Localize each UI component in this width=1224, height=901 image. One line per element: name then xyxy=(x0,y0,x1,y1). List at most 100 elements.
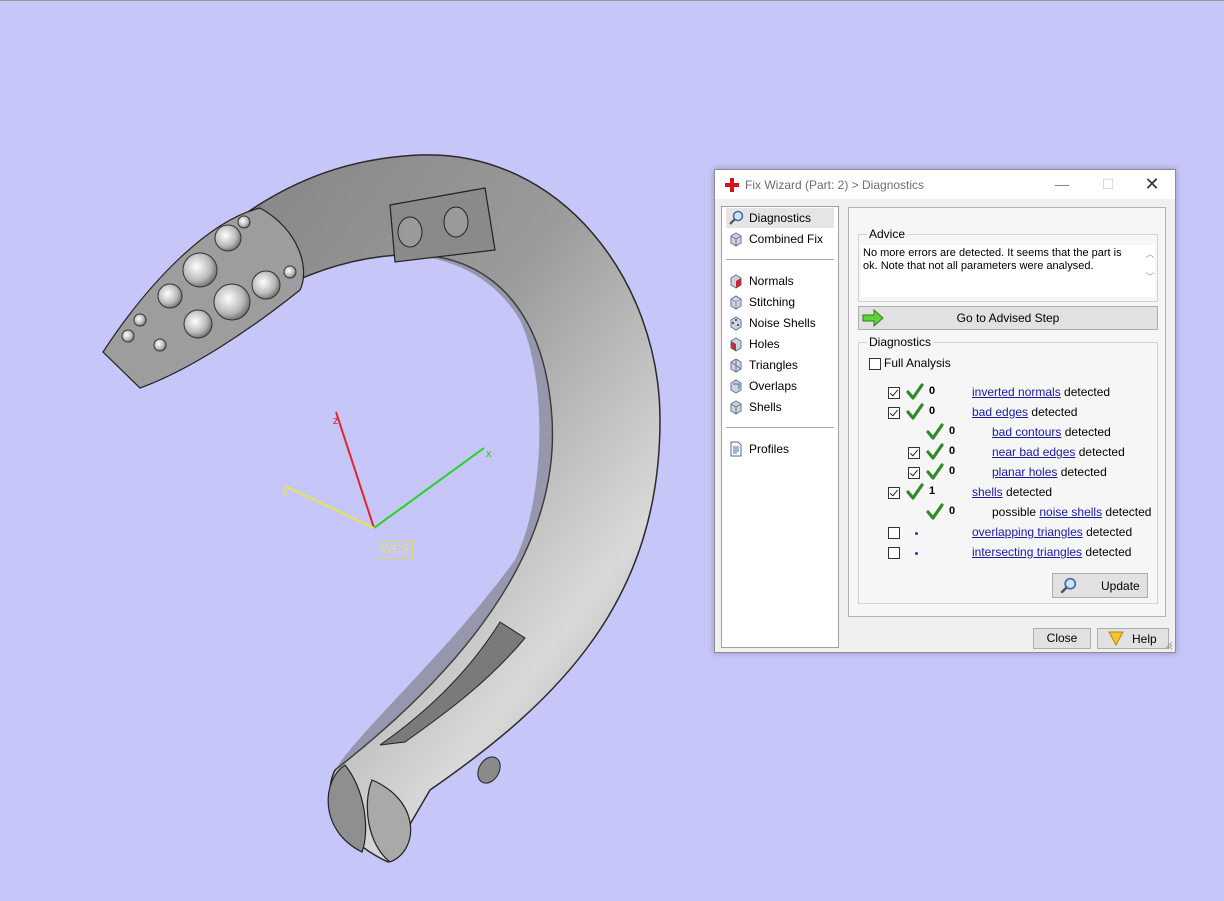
overlap-cube-icon xyxy=(730,379,742,394)
minimize-button[interactable]: — xyxy=(1039,170,1085,199)
nav-label: Noise Shells xyxy=(749,316,816,330)
go-to-advised-step-button[interactable]: Go to Advised Step xyxy=(858,306,1158,330)
diagnostic-link[interactable]: intersecting triangles xyxy=(972,545,1082,559)
advice-group: Advice No more errors are detected. It s… xyxy=(858,227,1158,302)
bangle-model[interactable] xyxy=(102,154,661,863)
nav-label: Profiles xyxy=(749,442,790,456)
green-check-icon xyxy=(926,463,944,480)
diagnostic-count: 0 xyxy=(949,445,956,457)
diagnostic-suffix: detected xyxy=(1082,525,1133,539)
green-check-icon xyxy=(906,403,924,420)
wcs-label: WCS xyxy=(377,540,413,559)
title-bar[interactable]: Fix Wizard (Part: 2) > Diagnostics — ☐ ✕ xyxy=(715,170,1175,199)
nav-label: Triangles xyxy=(749,358,798,372)
diagnostic-label: possible noise shells detected xyxy=(992,505,1151,519)
nav-label: Holes xyxy=(749,337,780,351)
diagnostic-suffix: detected xyxy=(1075,445,1125,459)
close-button[interactable]: Close xyxy=(1033,628,1091,649)
advised-button-label: Go to Advised Step xyxy=(956,311,1060,325)
diagnostic-link[interactable]: shells xyxy=(972,485,1003,499)
axis-z-label: z xyxy=(333,415,339,427)
maximize-button[interactable]: ☐ xyxy=(1085,170,1131,199)
nav-label: Diagnostics xyxy=(749,211,812,225)
diagnostic-link[interactable]: planar holes xyxy=(992,465,1057,479)
wcs-axes xyxy=(284,411,485,529)
close-window-button[interactable]: ✕ xyxy=(1129,170,1175,199)
fix-wizard-dialog: Fix Wizard (Part: 2) > Diagnostics — ☐ ✕… xyxy=(714,169,1176,653)
noise-cube-icon xyxy=(730,316,742,331)
document-icon xyxy=(730,441,742,457)
diagnostic-checkbox[interactable] xyxy=(888,527,900,539)
update-button[interactable]: Update xyxy=(1052,573,1148,598)
nav-item-triangles[interactable]: Triangles xyxy=(726,355,834,375)
diagnostic-prefix: possible xyxy=(992,505,1040,519)
diagnostic-label: shells detected xyxy=(972,485,1052,499)
help-button-label: Help xyxy=(1132,632,1157,646)
hole-cube-icon xyxy=(730,337,742,352)
nav-item-diagnostics[interactable]: Diagnostics xyxy=(726,208,834,228)
pending-dot-icon xyxy=(915,532,918,535)
diagnostic-suffix: detected xyxy=(1057,465,1107,479)
diagnostic-label: overlapping triangles detected xyxy=(972,525,1132,539)
red-cross-icon xyxy=(725,178,739,192)
full-analysis-label: Full Analysis xyxy=(884,356,951,370)
pending-dot-icon xyxy=(915,552,918,555)
diagnostic-checkbox[interactable] xyxy=(888,487,900,499)
diagnostic-link[interactable]: inverted normals xyxy=(972,385,1061,399)
green-check-icon xyxy=(906,483,924,500)
resize-grip-icon[interactable] xyxy=(1163,640,1173,650)
diagnostics-group: Diagnostics Full Analysis 0 inverted norm… xyxy=(858,335,1158,604)
nav-separator xyxy=(726,259,834,260)
diagnostic-checkbox[interactable] xyxy=(908,467,920,479)
update-button-label: Update xyxy=(1101,579,1140,593)
full-analysis-checkbox[interactable] xyxy=(869,358,881,370)
wizard-nav: Diagnostics Combined Fix Normals Stitchi… xyxy=(721,206,839,648)
nav-item-normals[interactable]: Normals xyxy=(726,271,834,291)
red-cube-icon xyxy=(730,274,742,289)
nav-label: Shells xyxy=(749,400,782,414)
green-check-icon xyxy=(906,383,924,400)
cube-icon xyxy=(730,232,742,247)
diagnostic-link[interactable]: near bad edges xyxy=(992,445,1075,459)
diagnostic-checkbox[interactable] xyxy=(888,387,900,399)
help-button[interactable]: Help xyxy=(1097,628,1169,649)
diagnostic-label: planar holes detected xyxy=(992,465,1107,479)
advice-text[interactable]: No more errors are detected. It seems th… xyxy=(861,245,1155,297)
green-check-icon xyxy=(926,443,944,460)
diagnostic-count: 0 xyxy=(949,425,956,437)
diagnostic-count: 0 xyxy=(949,465,956,477)
diagnostic-checkbox[interactable] xyxy=(888,407,900,419)
diagnostic-suffix: detected xyxy=(1060,385,1111,399)
nav-item-noise-shells[interactable]: Noise Shells xyxy=(726,313,834,333)
nav-item-profiles[interactable]: Profiles xyxy=(726,439,834,459)
dialog-title: Fix Wizard (Part: 2) > Diagnostics xyxy=(745,178,925,192)
diagnostic-label: intersecting triangles detected xyxy=(972,545,1131,559)
green-check-icon xyxy=(926,423,944,440)
diagnostic-link[interactable]: overlapping triangles xyxy=(972,525,1083,539)
nav-item-combined-fix[interactable]: Combined Fix xyxy=(726,229,834,249)
nav-item-holes[interactable]: Holes xyxy=(726,334,834,354)
magnifier-icon xyxy=(1060,577,1077,594)
diagnostic-label: bad edges detected xyxy=(972,405,1077,419)
diagnostic-count: 1 xyxy=(929,485,936,497)
diagnostic-link[interactable]: bad edges xyxy=(972,405,1028,419)
diagnostic-suffix: detected xyxy=(1061,425,1111,439)
diagnostic-checkbox[interactable] xyxy=(888,547,900,559)
advice-scrollbar[interactable]: ︿ ﹀ xyxy=(1144,247,1156,295)
diagnostic-link[interactable]: bad contours xyxy=(992,425,1061,439)
help-funnel-icon xyxy=(1108,631,1124,646)
axis-x-label: x xyxy=(486,448,492,460)
nav-item-stitching[interactable]: Stitching xyxy=(726,292,834,312)
diagnostic-suffix: detected xyxy=(1102,505,1152,519)
nav-item-shells[interactable]: Shells xyxy=(726,397,834,417)
diagnostics-group-title: Diagnostics xyxy=(867,335,934,349)
nav-item-overlaps[interactable]: Overlaps xyxy=(726,376,834,396)
diagnostic-count: 0 xyxy=(929,385,936,397)
nav-label: Normals xyxy=(749,274,794,288)
diagnostic-link[interactable]: noise shells xyxy=(1039,505,1102,519)
nav-label: Overlaps xyxy=(749,379,798,393)
diagnostics-panel: Advice No more errors are detected. It s… xyxy=(848,207,1166,617)
stitch-cube-icon xyxy=(730,295,742,310)
nav-label: Combined Fix xyxy=(749,232,824,246)
diagnostic-checkbox[interactable] xyxy=(908,447,920,459)
